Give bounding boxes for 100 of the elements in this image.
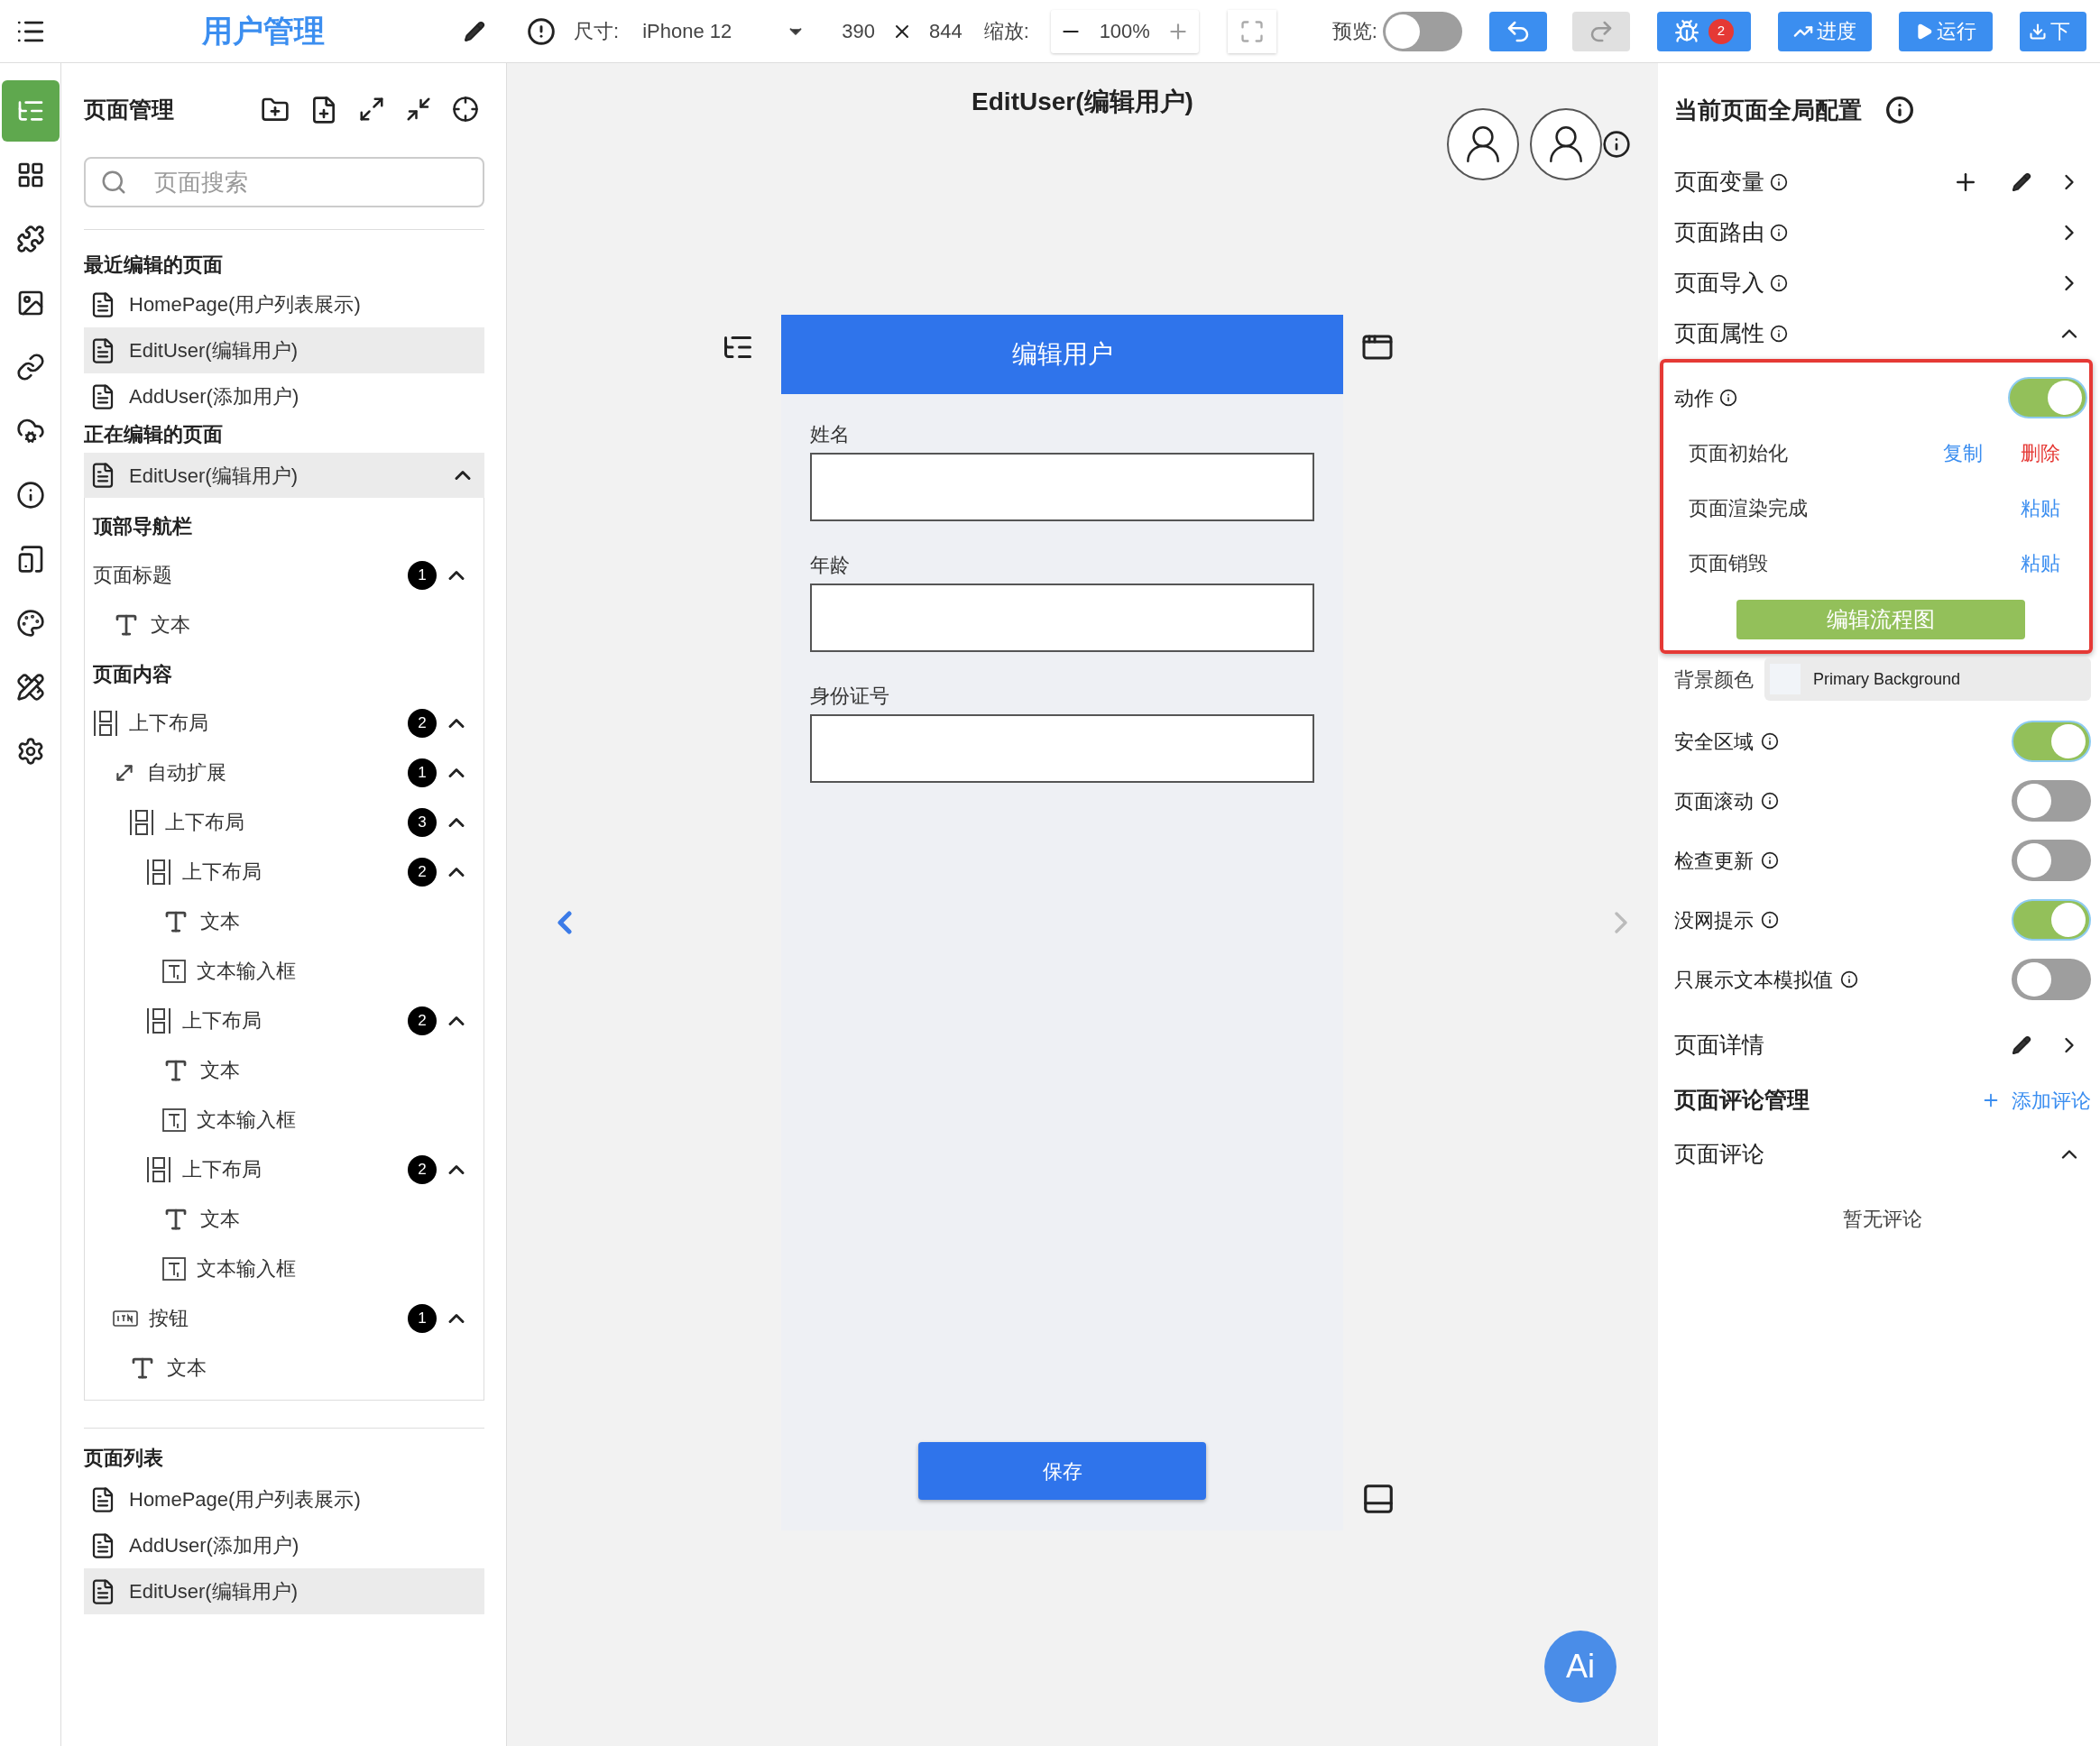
panel-bottom-icon[interactable] — [1361, 1482, 1395, 1516]
preview-toggle[interactable] — [1382, 11, 1462, 51]
tree-item[interactable]: 文本 — [151, 610, 190, 639]
toggle-switch[interactable] — [2012, 780, 2091, 822]
tree-item[interactable]: 页面标题 — [93, 560, 172, 590]
setting-label: 只展示文本模拟值 — [1674, 967, 1833, 993]
undo-button[interactable] — [1488, 11, 1547, 51]
field-label: 年龄 — [810, 553, 851, 578]
input-field[interactable] — [810, 453, 1314, 521]
tree-item[interactable]: 按钮 — [149, 1303, 189, 1333]
expand-icon — [1239, 18, 1265, 44]
input-field[interactable] — [810, 714, 1314, 783]
tree-item[interactable]: 文本 — [200, 1055, 240, 1085]
tree-item[interactable]: 文本 — [200, 1204, 240, 1234]
info-icon[interactable] — [1761, 792, 1779, 810]
layout-icon — [129, 808, 154, 836]
action-link[interactable]: 删除 — [2021, 438, 2060, 468]
debug-button[interactable]: 2 — [1656, 11, 1751, 51]
toggle-switch[interactable] — [2012, 899, 2091, 941]
count-badge: 2 — [1708, 18, 1734, 44]
page-item[interactable]: AddUser(添加用户) — [84, 373, 484, 419]
count-badge: 1 — [408, 560, 437, 590]
button-icon — [113, 1310, 138, 1327]
toggle-switch[interactable] — [2008, 377, 2087, 418]
collapse-icon[interactable] — [405, 96, 432, 123]
info-icon[interactable] — [1840, 970, 1858, 988]
info-icon[interactable] — [1761, 911, 1779, 929]
tree-item[interactable]: 文本输入框 — [197, 1254, 296, 1283]
height-value: 844 — [928, 19, 962, 44]
edit-icon[interactable] — [2012, 172, 2031, 192]
page-name: EditUser(编辑用户) — [129, 1579, 298, 1604]
redo-button[interactable] — [1571, 11, 1630, 51]
page-item[interactable]: EditUser(编辑用户) — [84, 327, 484, 373]
page-name: EditUser(编辑用户) — [129, 463, 298, 489]
edit-icon[interactable] — [464, 20, 485, 42]
info-icon[interactable] — [1719, 389, 1737, 407]
panel-title: 页面管理 — [84, 96, 174, 124]
info-icon[interactable] — [1761, 732, 1779, 750]
section-heading: 页面列表 — [84, 1446, 164, 1471]
tree-item[interactable]: 上下布局 — [182, 1006, 262, 1035]
search-icon — [100, 169, 127, 196]
color-field[interactable]: Primary Background — [1764, 657, 2091, 701]
info-icon[interactable] — [1770, 274, 1788, 292]
search-field[interactable]: 页面搜索 — [84, 157, 484, 207]
edit-icon[interactable] — [2012, 1035, 2031, 1055]
tree-item[interactable]: 上下布局 — [182, 857, 262, 887]
info-icon[interactable] — [1770, 173, 1788, 191]
color-value: Primary Background — [1813, 668, 1961, 690]
empty-message: 暂无评论 — [1843, 1207, 1922, 1232]
toggle-switch[interactable] — [2012, 959, 2091, 1000]
expand-icon[interactable] — [358, 96, 385, 123]
app-title: 用户管理 — [202, 13, 325, 50]
page-item[interactable]: HomePage(用户列表展示) — [84, 1476, 484, 1522]
toggle-switch[interactable] — [2012, 840, 2091, 881]
setting-label: 页面属性 — [1674, 319, 1764, 348]
tree-item[interactable]: 文本输入框 — [197, 1105, 296, 1135]
tree-item[interactable]: 自动扩展 — [147, 758, 226, 787]
page-name: AddUser(添加用户) — [129, 1533, 299, 1558]
tree-section-heading: 顶部导航栏 — [93, 513, 192, 539]
event-label: 页面初始化 — [1689, 441, 1788, 466]
info-icon[interactable] — [1885, 96, 1914, 124]
page-name: AddUser(添加用户) — [129, 384, 299, 409]
info-icon[interactable] — [1602, 130, 1631, 159]
alert-icon[interactable] — [527, 16, 556, 46]
info-icon[interactable] — [1770, 325, 1788, 343]
layout-icon — [146, 1006, 171, 1034]
puzzle-icon — [15, 225, 45, 253]
count-badge: 3 — [408, 807, 437, 837]
pencil-ruler-icon — [15, 673, 45, 702]
cloud-icon — [15, 417, 45, 446]
header-title: 编辑用户 — [1011, 339, 1113, 370]
tree-item[interactable]: 文本 — [200, 906, 240, 936]
link-icon — [15, 353, 45, 381]
tree-item[interactable]: 上下布局 — [182, 1154, 262, 1184]
setting-label: 背景颜色 — [1674, 666, 1754, 693]
current-page-item[interactable]: EditUser(编辑用户) — [84, 453, 484, 498]
palette-icon — [15, 609, 45, 638]
layout-icon — [146, 1155, 171, 1183]
tree-item[interactable]: 文本 — [167, 1353, 207, 1383]
page-item[interactable]: EditUser(编辑用户) — [84, 1568, 484, 1614]
setting-label: 没网提示 — [1674, 907, 1754, 933]
tree-item[interactable]: 文本输入框 — [197, 956, 296, 986]
setting-label: 页面评论 — [1674, 1140, 1764, 1169]
section-heading: 最近编辑的页面 — [84, 253, 224, 278]
section-heading: 正在编辑的页面 — [84, 422, 224, 447]
text-input-icon — [162, 1107, 186, 1132]
device-select[interactable]: iPhone 12 — [642, 16, 806, 46]
tree-section-heading: 页面内容 — [93, 661, 172, 687]
tree-item[interactable]: 上下布局 — [165, 807, 244, 837]
toggle-switch[interactable] — [2012, 721, 2091, 762]
page-item[interactable]: AddUser(添加用户) — [84, 1522, 484, 1568]
input-field[interactable] — [810, 584, 1314, 652]
count-badge: 2 — [408, 1154, 437, 1184]
setting-label: 页面滚动 — [1674, 788, 1754, 814]
save-button[interactable]: 保存 — [918, 1442, 1206, 1500]
page-item[interactable]: HomePage(用户列表展示) — [84, 281, 484, 327]
info-icon[interactable] — [1770, 224, 1788, 242]
info-icon[interactable] — [1761, 851, 1779, 869]
crosshair-icon[interactable] — [452, 96, 479, 123]
tree-item[interactable]: 上下布局 — [129, 708, 208, 738]
